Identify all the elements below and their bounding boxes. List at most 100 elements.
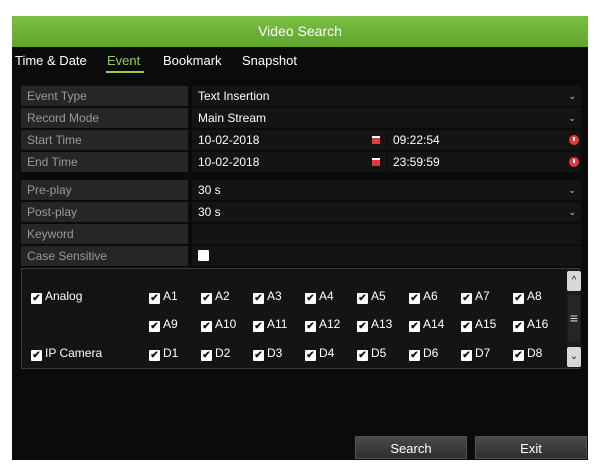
analog-channel-checkbox[interactable]: ✔ A7 bbox=[461, 289, 490, 304]
search-button[interactable]: Search bbox=[355, 436, 467, 459]
checkmark-icon: ✔ bbox=[409, 321, 420, 332]
analog-channel-checkbox[interactable]: ✔ A3 bbox=[253, 289, 282, 304]
checkmark-icon: ✔ bbox=[149, 321, 160, 332]
analog-channel-checkbox[interactable]: ✔ A16 bbox=[513, 317, 548, 332]
start-time-value: 09:22:54 bbox=[393, 133, 440, 147]
clock-icon[interactable] bbox=[569, 135, 579, 145]
channel-label: A4 bbox=[319, 289, 334, 303]
channel-label: D4 bbox=[319, 346, 335, 360]
start-time-label: Start Time bbox=[21, 130, 188, 150]
checkmark-icon: ✔ bbox=[461, 350, 472, 361]
analog-channel-checkbox[interactable]: ✔ A2 bbox=[201, 289, 230, 304]
checkmark-icon: ✔ bbox=[253, 321, 264, 332]
pre-play-select[interactable]: 30 s ⌄ bbox=[192, 180, 581, 200]
checkmark-icon: ✔ bbox=[513, 321, 524, 332]
ip-camera-channel-checkbox[interactable]: ✔ D8 bbox=[513, 346, 542, 361]
checkmark-icon: ✔ bbox=[305, 321, 316, 332]
channel-label: A10 bbox=[215, 317, 237, 331]
record-mode-label: Record Mode bbox=[21, 108, 188, 128]
record-mode-select[interactable]: Main Stream ⌄ bbox=[192, 108, 581, 128]
analog-channel-checkbox[interactable]: ✔ A4 bbox=[305, 289, 334, 304]
ip-camera-channel-checkbox[interactable]: ✔ D4 bbox=[305, 346, 334, 361]
analog-channel-checkbox[interactable]: ✔ A15 bbox=[461, 317, 496, 332]
channel-label: D1 bbox=[163, 346, 179, 360]
start-time-field[interactable]: 09:22:54 bbox=[387, 130, 581, 150]
exit-button[interactable]: Exit bbox=[475, 436, 587, 459]
checkmark-icon: ✔ bbox=[253, 350, 264, 361]
window-title: Video Search bbox=[12, 16, 588, 47]
keyword-label: Keyword bbox=[21, 224, 188, 244]
analog-channel-checkbox[interactable]: ✔ A8 bbox=[513, 289, 542, 304]
analog-channel-checkbox[interactable]: ✔ A9 bbox=[149, 317, 178, 332]
record-mode-value: Main Stream bbox=[198, 111, 267, 125]
chevron-down-icon: ⌄ bbox=[568, 113, 576, 123]
checkmark-icon: ✔ bbox=[513, 293, 524, 304]
ip-camera-channel-checkbox[interactable]: ✔ D3 bbox=[253, 346, 282, 361]
end-time-field[interactable]: 23:59:59 bbox=[387, 152, 581, 172]
end-date-field[interactable]: 10-02-2018 bbox=[192, 152, 386, 172]
analog-channel-checkbox[interactable]: ✔ A6 bbox=[409, 289, 438, 304]
tab-time-date[interactable]: Time & Date bbox=[15, 53, 87, 68]
end-time-value: 23:59:59 bbox=[393, 155, 440, 169]
chevron-down-icon: ⌄ bbox=[568, 207, 576, 217]
chevron-down-icon: ⌄ bbox=[568, 91, 576, 101]
start-date-field[interactable]: 10-02-2018 bbox=[192, 130, 386, 150]
post-play-select[interactable]: 30 s ⌄ bbox=[192, 202, 581, 222]
case-sensitive-checkbox[interactable] bbox=[198, 250, 209, 262]
ip-camera-channel-checkbox[interactable]: ✔ D1 bbox=[149, 346, 178, 361]
pre-play-label: Pre-play bbox=[21, 180, 188, 200]
checkmark-icon: ✔ bbox=[357, 321, 368, 332]
checkmark-icon: ✔ bbox=[357, 350, 368, 361]
channel-label: A12 bbox=[319, 317, 341, 331]
checkmark-icon: ✔ bbox=[513, 350, 524, 361]
chevron-down-icon: ⌄ bbox=[569, 351, 579, 362]
channel-label: D3 bbox=[267, 346, 283, 360]
calendar-icon[interactable] bbox=[372, 136, 380, 144]
analog-channel-checkbox[interactable]: ✔ A10 bbox=[201, 317, 236, 332]
channel-scrollbar[interactable]: ^ ≡ ⌄ bbox=[567, 269, 581, 368]
channel-label: A2 bbox=[215, 289, 230, 303]
scroll-thumb[interactable]: ≡ bbox=[568, 295, 580, 341]
keyword-input[interactable] bbox=[192, 224, 581, 244]
tab-event[interactable]: Event bbox=[107, 53, 140, 68]
checkmark-icon: ✔ bbox=[409, 350, 420, 361]
checkmark-icon: ✔ bbox=[253, 293, 264, 304]
analog-channel-checkbox[interactable]: ✔ A13 bbox=[357, 317, 392, 332]
scroll-up-button[interactable]: ^ bbox=[567, 271, 581, 291]
checkmark-icon: ✔ bbox=[201, 350, 212, 361]
checkmark-icon: ✔ bbox=[461, 293, 472, 304]
checkmark-icon: ✔ bbox=[201, 293, 212, 304]
analog-select-all[interactable]: ✔ Analog bbox=[31, 289, 82, 304]
tab-snapshot[interactable]: Snapshot bbox=[242, 53, 297, 68]
ip-camera-select-all[interactable]: ✔ IP Camera bbox=[31, 346, 102, 361]
channel-label: A7 bbox=[475, 289, 490, 303]
ip-camera-channel-checkbox[interactable]: ✔ D6 bbox=[409, 346, 438, 361]
checkmark-icon: ✔ bbox=[409, 293, 420, 304]
analog-channel-checkbox[interactable]: ✔ A1 bbox=[149, 289, 178, 304]
video-search-window: Video Search Time & Date Event Bookmark … bbox=[12, 16, 588, 460]
checkmark-icon: ✔ bbox=[31, 350, 42, 361]
event-type-row: Event Type Text Insertion ⌄ bbox=[21, 86, 581, 106]
chevron-up-icon: ^ bbox=[571, 275, 577, 286]
ip-camera-channel-checkbox[interactable]: ✔ D5 bbox=[357, 346, 386, 361]
channel-panel: ✔ Analog ✔ IP Camera ✔ A1 ✔ A2 ✔ A3 ✔ A4 ✔ A5 ✔ A6 ✔ A7… bbox=[21, 268, 581, 369]
channel-label: A5 bbox=[371, 289, 386, 303]
channel-label: A3 bbox=[267, 289, 282, 303]
analog-label: Analog bbox=[45, 289, 83, 303]
clock-icon[interactable] bbox=[569, 157, 579, 167]
end-time-label: End Time bbox=[21, 152, 188, 172]
tab-bookmark[interactable]: Bookmark bbox=[163, 53, 222, 68]
ip-camera-label: IP Camera bbox=[45, 346, 103, 360]
scroll-down-button[interactable]: ⌄ bbox=[567, 347, 581, 367]
checkmark-icon: ✔ bbox=[305, 293, 316, 304]
analog-channel-checkbox[interactable]: ✔ A12 bbox=[305, 317, 340, 332]
analog-channel-checkbox[interactable]: ✔ A5 bbox=[357, 289, 386, 304]
analog-channel-checkbox[interactable]: ✔ A14 bbox=[409, 317, 444, 332]
calendar-icon[interactable] bbox=[372, 158, 380, 166]
ip-camera-channel-checkbox[interactable]: ✔ D2 bbox=[201, 346, 230, 361]
record-mode-row: Record Mode Main Stream ⌄ bbox=[21, 108, 581, 128]
event-type-select[interactable]: Text Insertion ⌄ bbox=[192, 86, 581, 106]
checkmark-icon: ✔ bbox=[357, 293, 368, 304]
ip-camera-channel-checkbox[interactable]: ✔ D7 bbox=[461, 346, 490, 361]
analog-channel-checkbox[interactable]: ✔ A11 bbox=[253, 317, 287, 332]
